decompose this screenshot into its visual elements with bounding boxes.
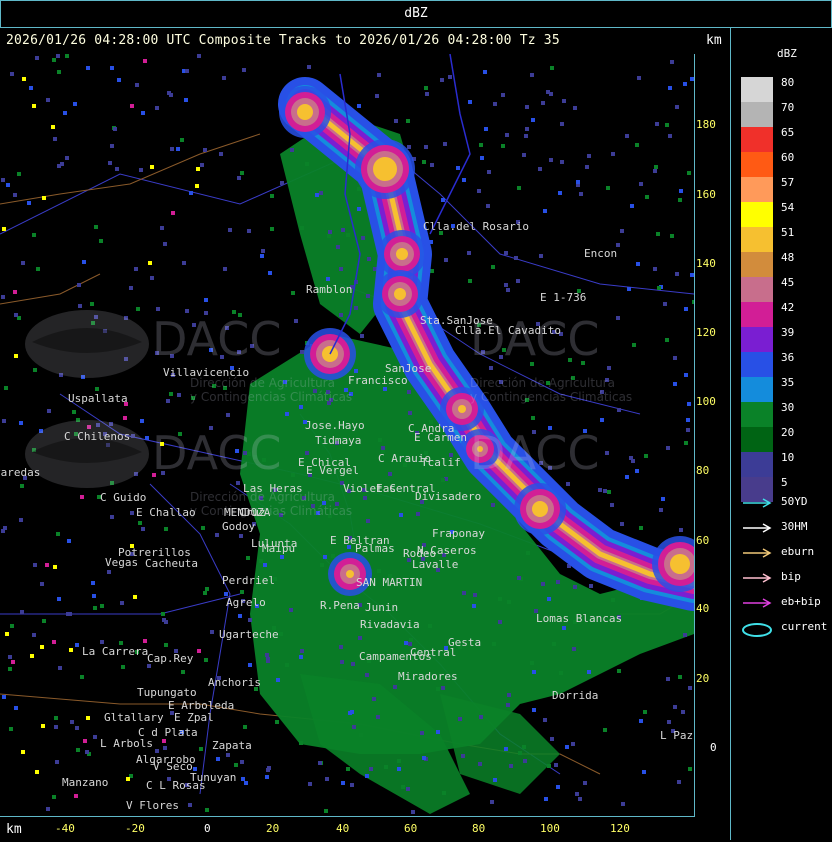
unit-label-top: km — [706, 33, 722, 48]
y-tick-label: 60 — [696, 534, 710, 547]
legend-swatch — [741, 127, 773, 152]
track-arrow-icon — [743, 523, 772, 533]
legend-value: 80 — [781, 76, 795, 89]
track-legend-item: 50YD — [741, 495, 827, 511]
current-ellipse-icon — [742, 623, 772, 637]
legend-swatch — [741, 352, 773, 377]
track-arrow-icon — [743, 573, 772, 583]
track-legend-label: current — [781, 620, 828, 633]
y-tick-label: 160 — [696, 188, 716, 201]
legend-value: 39 — [781, 326, 795, 339]
track-legend-label: eb+bip — [781, 595, 821, 608]
legend-value: 51 — [781, 226, 795, 239]
legend-value: 57 — [781, 176, 795, 189]
title-bar: dBZ — [0, 0, 832, 28]
legend-swatch — [741, 202, 773, 227]
legend-value: 45 — [781, 276, 795, 289]
x-tick-label: -40 — [55, 822, 75, 835]
y-tick-label: 80 — [696, 464, 710, 477]
legend-panel: dBZ 80 70 65 60 57 54 51 48 45 42 39 36 35 30 20 10 5 50… — [730, 27, 831, 840]
legend-swatch — [741, 327, 773, 352]
track-legend-label: bip — [781, 570, 801, 583]
window-title: dBZ — [404, 6, 428, 21]
y-tick-label: 100 — [696, 395, 716, 408]
legend-swatch — [741, 302, 773, 327]
legend-value: 35 — [781, 376, 795, 389]
legend-value: 70 — [781, 101, 795, 114]
track-legend-item: 30HM — [741, 520, 827, 536]
x-tick-label: -20 — [125, 822, 145, 835]
composite-header: 2026/01/26 04:28:00 UTC Composite Tracks… — [6, 33, 560, 48]
track-arrow-icon — [743, 598, 772, 608]
legend-swatch — [741, 177, 773, 202]
legend-value: 48 — [781, 251, 795, 264]
y-tick-label: 40 — [696, 602, 710, 615]
legend-swatch — [741, 402, 773, 427]
legend-swatch — [741, 427, 773, 452]
map-frame — [0, 54, 695, 817]
track-legend-item: eburn — [741, 545, 827, 561]
y-tick-label: 140 — [696, 257, 716, 270]
x-tick-label: 0 — [204, 822, 211, 835]
legend-swatch — [741, 277, 773, 302]
x-tick-label: 100 — [540, 822, 560, 835]
x-tick-label: 60 — [404, 822, 418, 835]
unit-label-bottom: km — [6, 822, 22, 837]
legend-swatch — [741, 452, 773, 477]
x-tick-label: 20 — [266, 822, 280, 835]
legend-value: 10 — [781, 451, 795, 464]
track-legend-label: 50YD — [781, 495, 808, 508]
legend-swatch — [741, 77, 773, 102]
track-legend-label: eburn — [781, 545, 815, 558]
legend-value: 60 — [781, 151, 795, 164]
legend-value: 20 — [781, 426, 795, 439]
track-legend-item: current — [741, 620, 828, 637]
legend-value: 30 — [781, 401, 795, 414]
legend-value: 42 — [781, 301, 795, 314]
legend-swatch — [741, 102, 773, 127]
legend-swatch — [741, 377, 773, 402]
legend-swatch — [741, 252, 773, 277]
y-tick-label: 180 — [696, 118, 716, 131]
track-legend-item: eb+bip — [741, 595, 827, 611]
legend-title: dBZ — [777, 47, 797, 60]
legend-value: 36 — [781, 351, 795, 364]
y-tick-label: 20 — [696, 672, 710, 685]
legend-value: 54 — [781, 201, 795, 214]
x-tick-label: 120 — [610, 822, 630, 835]
track-legend-item: bip — [741, 570, 827, 586]
legend-swatch — [741, 227, 773, 252]
legend-value: 65 — [781, 126, 795, 139]
x-tick-label: 40 — [336, 822, 350, 835]
legend-swatch — [741, 152, 773, 177]
y-tick-label: 120 — [696, 326, 716, 339]
track-arrow-icon — [743, 498, 772, 508]
legend-value: 5 — [781, 476, 788, 489]
track-arrow-icon — [743, 548, 772, 558]
track-legend-label: 30HM — [781, 520, 808, 533]
x-tick-label: 80 — [472, 822, 486, 835]
